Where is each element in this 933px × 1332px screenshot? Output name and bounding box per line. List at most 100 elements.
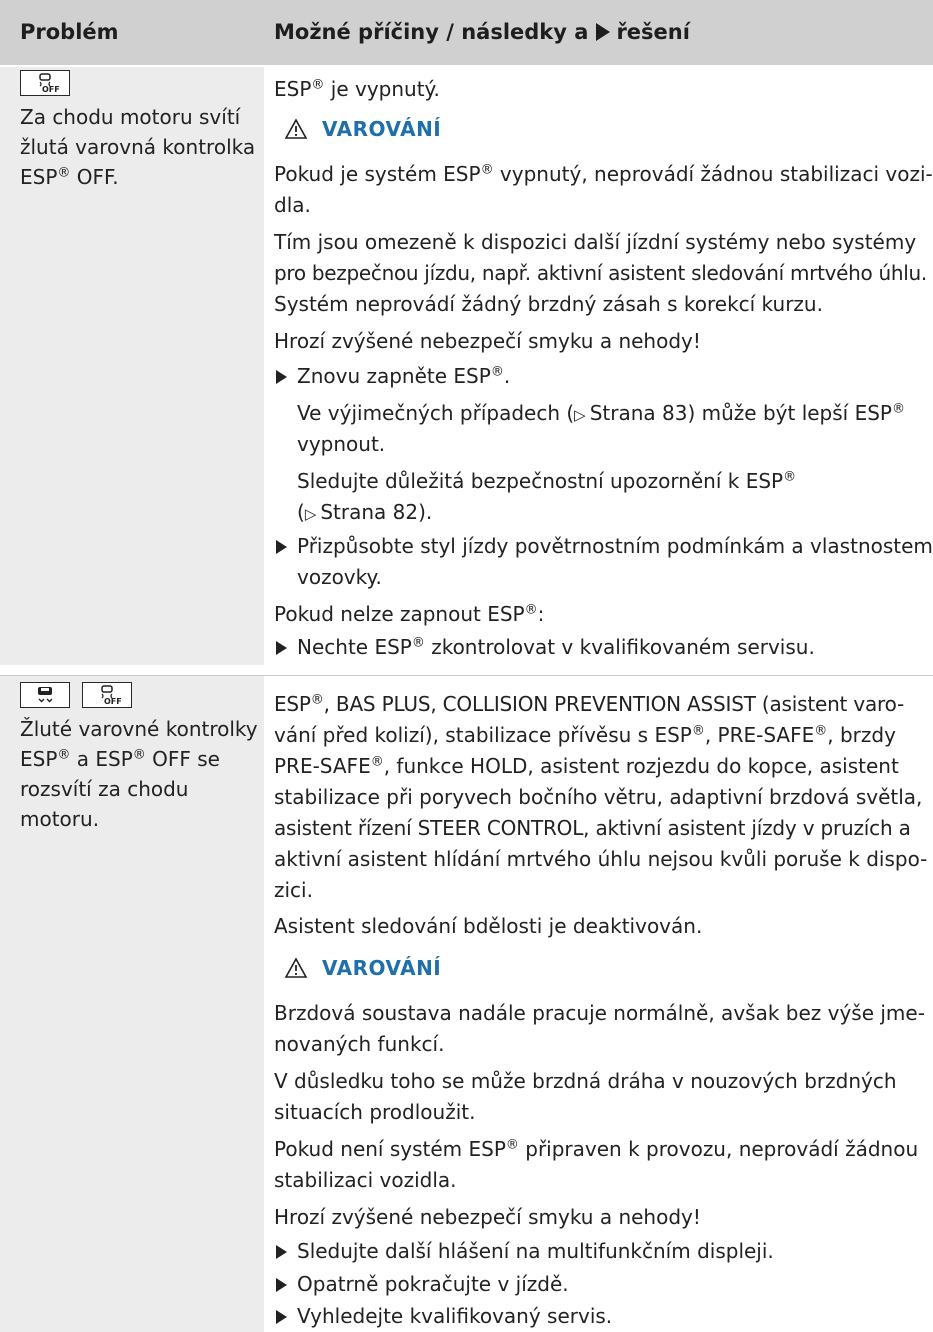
text: , PRE-SAFE xyxy=(704,723,815,747)
row2-w6: stabilizaci vozidla. xyxy=(274,1168,457,1192)
text: zkontrolovat v kvalifikovaném servisu. xyxy=(424,635,815,659)
row2-w4: situacích prodloužit. xyxy=(274,1100,476,1124)
row1-p4: Pokud nelze zapnout ESP®: xyxy=(274,599,544,630)
row1-problem-line: žlutá varovná kontrolka xyxy=(20,135,256,159)
text: Pokud nelze zapnout ESP xyxy=(274,602,525,626)
text: : xyxy=(537,602,545,626)
row1-bullet2-cont: vozovky. xyxy=(297,565,382,589)
text: ). xyxy=(418,500,433,524)
row1-bullet1: Znovu zapněte ESP®. xyxy=(297,361,510,392)
row1-p1-cont: dla. xyxy=(274,193,311,217)
text: , funkce HOLD, asistent rozjezdu do kopc… xyxy=(383,754,899,778)
text: ( xyxy=(297,500,305,524)
text: Znovu zapněte ESP xyxy=(297,364,491,388)
reg-mark: ® xyxy=(691,723,705,739)
row2-a8: Asistent sledování bdělosti je deaktivov… xyxy=(274,914,703,938)
row1-p3: Hrozí zvýšené nebezpečí smyku a nehody! xyxy=(274,329,701,353)
row1-icons: OFF xyxy=(20,70,70,96)
reg-mark: ® xyxy=(524,602,538,618)
text: Ve výjimečných případech ( xyxy=(297,401,575,425)
text: Nechte ESP xyxy=(297,635,412,659)
esp-off-icon: OFF xyxy=(82,682,132,708)
reg-mark: ® xyxy=(370,754,384,770)
svg-text:OFF: OFF xyxy=(104,697,122,705)
page-ref[interactable]: Strana 82 xyxy=(320,500,418,524)
warning-icon xyxy=(284,957,308,978)
reg-mark: ® xyxy=(132,747,146,763)
text: Pokud je systém ESP xyxy=(274,162,481,186)
column-divider xyxy=(264,65,266,1332)
row2-a2: vání před kolizí), stabilizace přívěsu s… xyxy=(274,720,896,751)
reg-mark: ® xyxy=(57,747,71,763)
reg-mark: ® xyxy=(411,635,425,651)
warning-icon xyxy=(284,118,308,139)
arrow-right-icon xyxy=(596,23,611,41)
bullet-icon xyxy=(276,370,287,384)
text: OFF se xyxy=(145,747,220,771)
row2-a6: aktivní asistent hlídání mrtvého úhlu ne… xyxy=(274,847,928,871)
row1-problem-line: ESP® OFF. xyxy=(20,162,260,192)
page: Problém Možné příčiny / následky a řešení… xyxy=(0,0,933,1332)
row2-w1: Brzdová soustava nadále pracuje normálně… xyxy=(274,1001,925,1025)
row2-a3: PRE-SAFE®, funkce HOLD, asistent rozjezd… xyxy=(274,751,899,782)
text: ESP xyxy=(20,747,58,771)
warning-label: VAROVÁNÍ xyxy=(322,956,442,980)
reg-mark: ® xyxy=(57,165,71,181)
row2-a5: asistent řízení STEER CONTROL, aktivní a… xyxy=(274,816,911,840)
page-ref-icon: ▷ xyxy=(574,406,586,424)
text: vypnutý, neprovádí žádnou stabilizaci vo… xyxy=(493,162,933,186)
bullet-icon xyxy=(276,1278,287,1292)
row1-problem: Za chodu motoru svítí žlutá varovná kont… xyxy=(20,102,260,192)
row2-w2: novaných funkcí. xyxy=(274,1032,445,1056)
row1-p2: Tím jsou omezeně k dispozici další jízdn… xyxy=(274,230,917,254)
header-causes-text: Možné příčiny / následky a xyxy=(274,20,589,44)
row2-problem-line: rozsvítí za chodu xyxy=(20,777,189,801)
page-ref-icon: ▷ xyxy=(304,505,317,523)
row2-problem-line: Žluté varovné kontrolky xyxy=(20,717,258,741)
row2-problem: Žluté varovné kontrolky ESP® a ESP® OFF … xyxy=(20,714,260,834)
text: ESP xyxy=(20,165,58,189)
text: OFF. xyxy=(70,165,119,189)
warning-label: VAROVÁNÍ xyxy=(322,117,442,141)
row2-bullet3: Vyhledejte kvalifikovaný servis. xyxy=(297,1304,613,1328)
text: ) může být lepší ESP xyxy=(687,401,892,425)
row1-warning-heading: VAROVÁNÍ xyxy=(284,117,441,141)
esp-icon xyxy=(20,682,70,708)
row2-bullet1: Sledujte další hlášení na multifunkčním … xyxy=(297,1239,774,1263)
row1-sub2: Sledujte důležitá bezpečnostní upozorněn… xyxy=(297,466,796,497)
bullet-icon xyxy=(276,540,287,554)
svg-text:OFF: OFF xyxy=(42,85,60,93)
row2-w3: V důsledku toho se může brzdná dráha v n… xyxy=(274,1069,897,1093)
text: a ESP xyxy=(70,747,133,771)
text: připraven k provozu, neprovádí žádnou xyxy=(518,1137,919,1161)
row1-bullet3: Nechte ESP® zkontrolovat v kvalifikované… xyxy=(297,632,815,663)
row2-bullet2: Opatrně pokračujte v jízdě. xyxy=(297,1272,569,1296)
text: , BAS PLUS, COLLISION PREVENTION ASSIST … xyxy=(323,692,905,716)
text: je vypnutý. xyxy=(324,77,440,101)
row1-problem-line: Za chodu motoru svítí xyxy=(20,105,241,129)
row1-p2: Systém neprovádí žádný brzdný zásah s ko… xyxy=(274,292,823,316)
row1-sub1: Ve výjimečných případech (▷ Strana 83) mů… xyxy=(297,398,905,431)
row2-a4: stabilizace při poryvech bočního větru, … xyxy=(274,785,923,809)
text: ESP xyxy=(274,77,312,101)
row1-sub1-cont: vypnout. xyxy=(297,432,386,456)
header-problem: Problém xyxy=(20,20,119,44)
text: Pokud není systém ESP xyxy=(274,1137,506,1161)
row2-problem-line: motoru. xyxy=(20,807,100,831)
table-header: Problém Možné příčiny / následky a řešení xyxy=(0,0,933,65)
reg-mark: ® xyxy=(891,401,905,417)
reg-mark: ® xyxy=(814,723,828,739)
bullet-icon xyxy=(276,641,287,655)
row2-warning-heading: VAROVÁNÍ xyxy=(284,956,441,980)
row1-p2: pro bezpečnou jízdu, např. aktivní asist… xyxy=(274,261,927,285)
reg-mark: ® xyxy=(490,364,504,380)
reg-mark: ® xyxy=(311,77,325,93)
row1-p1: Pokud je systém ESP® vypnutý, neprovádí … xyxy=(274,159,933,190)
row2-a1: ESP®, BAS PLUS, COLLISION PREVENTION ASS… xyxy=(274,689,904,720)
text: Sledujte důležitá bezpečnostní upozorněn… xyxy=(297,469,784,493)
row1-esp-off: ESP® je vypnutý. xyxy=(274,74,440,105)
text: ESP xyxy=(274,692,311,716)
row1-bullet2: Přizpůsobte styl jízdy povětrnostním pod… xyxy=(297,534,933,558)
reg-mark: ® xyxy=(480,162,494,178)
page-ref[interactable]: Strana 83 xyxy=(590,401,688,425)
